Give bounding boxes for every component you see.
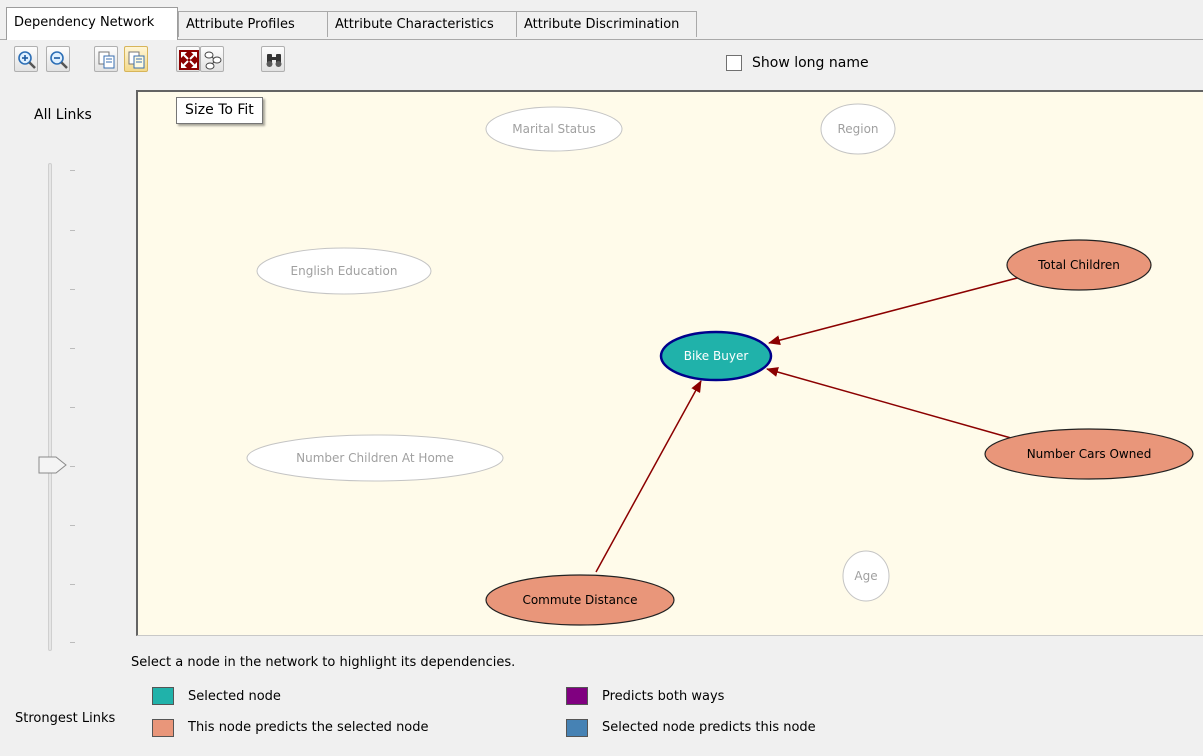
node-label: Number Children At Home <box>296 451 454 465</box>
node-region[interactable]: Region <box>820 103 896 155</box>
legend-label-selected-predicts: Selected node predicts this node <box>602 720 816 735</box>
link-total-children-to-bike-buyer <box>768 276 1022 346</box>
dependency-network-canvas[interactable]: Marital Status Region English Education … <box>136 90 1203 636</box>
hint-text: Select a node in the network to highligh… <box>131 655 516 670</box>
zoom-in-button[interactable] <box>14 46 38 72</box>
node-label: Number Cars Owned <box>1027 447 1152 461</box>
copy-graph-view-button[interactable] <box>124 46 148 72</box>
node-age[interactable]: Age <box>842 550 890 602</box>
tab-attribute-discrimination[interactable]: Attribute Discrimination <box>516 11 697 37</box>
tab-dependency-network[interactable]: Dependency Network <box>6 7 178 40</box>
legend-label-selected-node: Selected node <box>188 689 281 704</box>
copy-graph-view-icon <box>128 51 145 69</box>
legend-swatch-predicts-both-ways <box>566 687 588 705</box>
slider-tick <box>70 348 75 349</box>
find-node-button[interactable] <box>261 46 285 72</box>
node-label: Total Children <box>1037 258 1120 272</box>
size-to-fit-icon <box>179 50 199 70</box>
node-english-education[interactable]: English Education <box>256 247 432 295</box>
zoom-out-button[interactable] <box>46 46 70 72</box>
tab-attribute-characteristics[interactable]: Attribute Characteristics <box>327 11 517 37</box>
zoom-out-icon <box>50 51 68 69</box>
network-layout-icon <box>204 51 222 70</box>
slider-tick <box>70 525 75 526</box>
slider-tick <box>70 230 75 231</box>
size-to-fit-button[interactable] <box>176 46 200 72</box>
slider-tick <box>70 642 75 643</box>
all-links-label: All Links <box>34 107 92 123</box>
node-label: Bike Buyer <box>684 349 749 363</box>
tab-strip: Dependency Network Attribute Profiles At… <box>0 0 1203 40</box>
size-to-fit-tooltip: Size To Fit <box>176 97 263 124</box>
show-long-name-checkbox[interactable] <box>726 55 742 71</box>
node-bike-buyer[interactable]: Bike Buyer <box>659 330 773 382</box>
show-long-name-label: Show long name <box>752 55 869 71</box>
binoculars-icon <box>266 54 282 67</box>
legend-swatch-selected-node <box>152 687 174 705</box>
node-total-children[interactable]: Total Children <box>1006 239 1152 291</box>
slider-tick <box>70 289 75 290</box>
slider-tick <box>70 170 75 171</box>
legend-swatch-predicts-selected <box>152 719 174 737</box>
node-number-cars-owned[interactable]: Number Cars Owned <box>984 428 1194 480</box>
node-label: Commute Distance <box>522 593 637 607</box>
link-strength-slider-thumb[interactable] <box>38 456 68 478</box>
link-strength-slider-track[interactable] <box>48 163 52 651</box>
legend-label-predicts-both-ways: Predicts both ways <box>602 689 725 704</box>
link-number-cars-owned-to-bike-buyer <box>766 367 1012 439</box>
node-label: Age <box>854 569 877 583</box>
copy-icon <box>98 51 115 69</box>
node-marital-status[interactable]: Marital Status <box>485 106 623 152</box>
node-number-children-at-home[interactable]: Number Children At Home <box>246 434 504 482</box>
slider-tick <box>70 466 75 467</box>
tab-divider <box>0 39 1203 40</box>
slider-tick <box>70 407 75 408</box>
node-label: Marital Status <box>512 122 595 136</box>
strongest-links-label: Strongest Links <box>15 711 116 726</box>
node-commute-distance[interactable]: Commute Distance <box>485 574 675 626</box>
network-layout-button[interactable] <box>200 46 224 72</box>
tab-attribute-profiles[interactable]: Attribute Profiles <box>178 11 328 37</box>
legend-label-predicts-selected: This node predicts the selected node <box>188 720 429 735</box>
node-label: English Education <box>291 264 398 278</box>
copy-button[interactable] <box>94 46 118 72</box>
zoom-in-icon <box>18 51 36 69</box>
node-label: Region <box>837 122 878 136</box>
link-commute-distance-to-bike-buyer <box>595 380 702 573</box>
legend-swatch-selected-predicts <box>566 719 588 737</box>
slider-tick <box>70 584 75 585</box>
